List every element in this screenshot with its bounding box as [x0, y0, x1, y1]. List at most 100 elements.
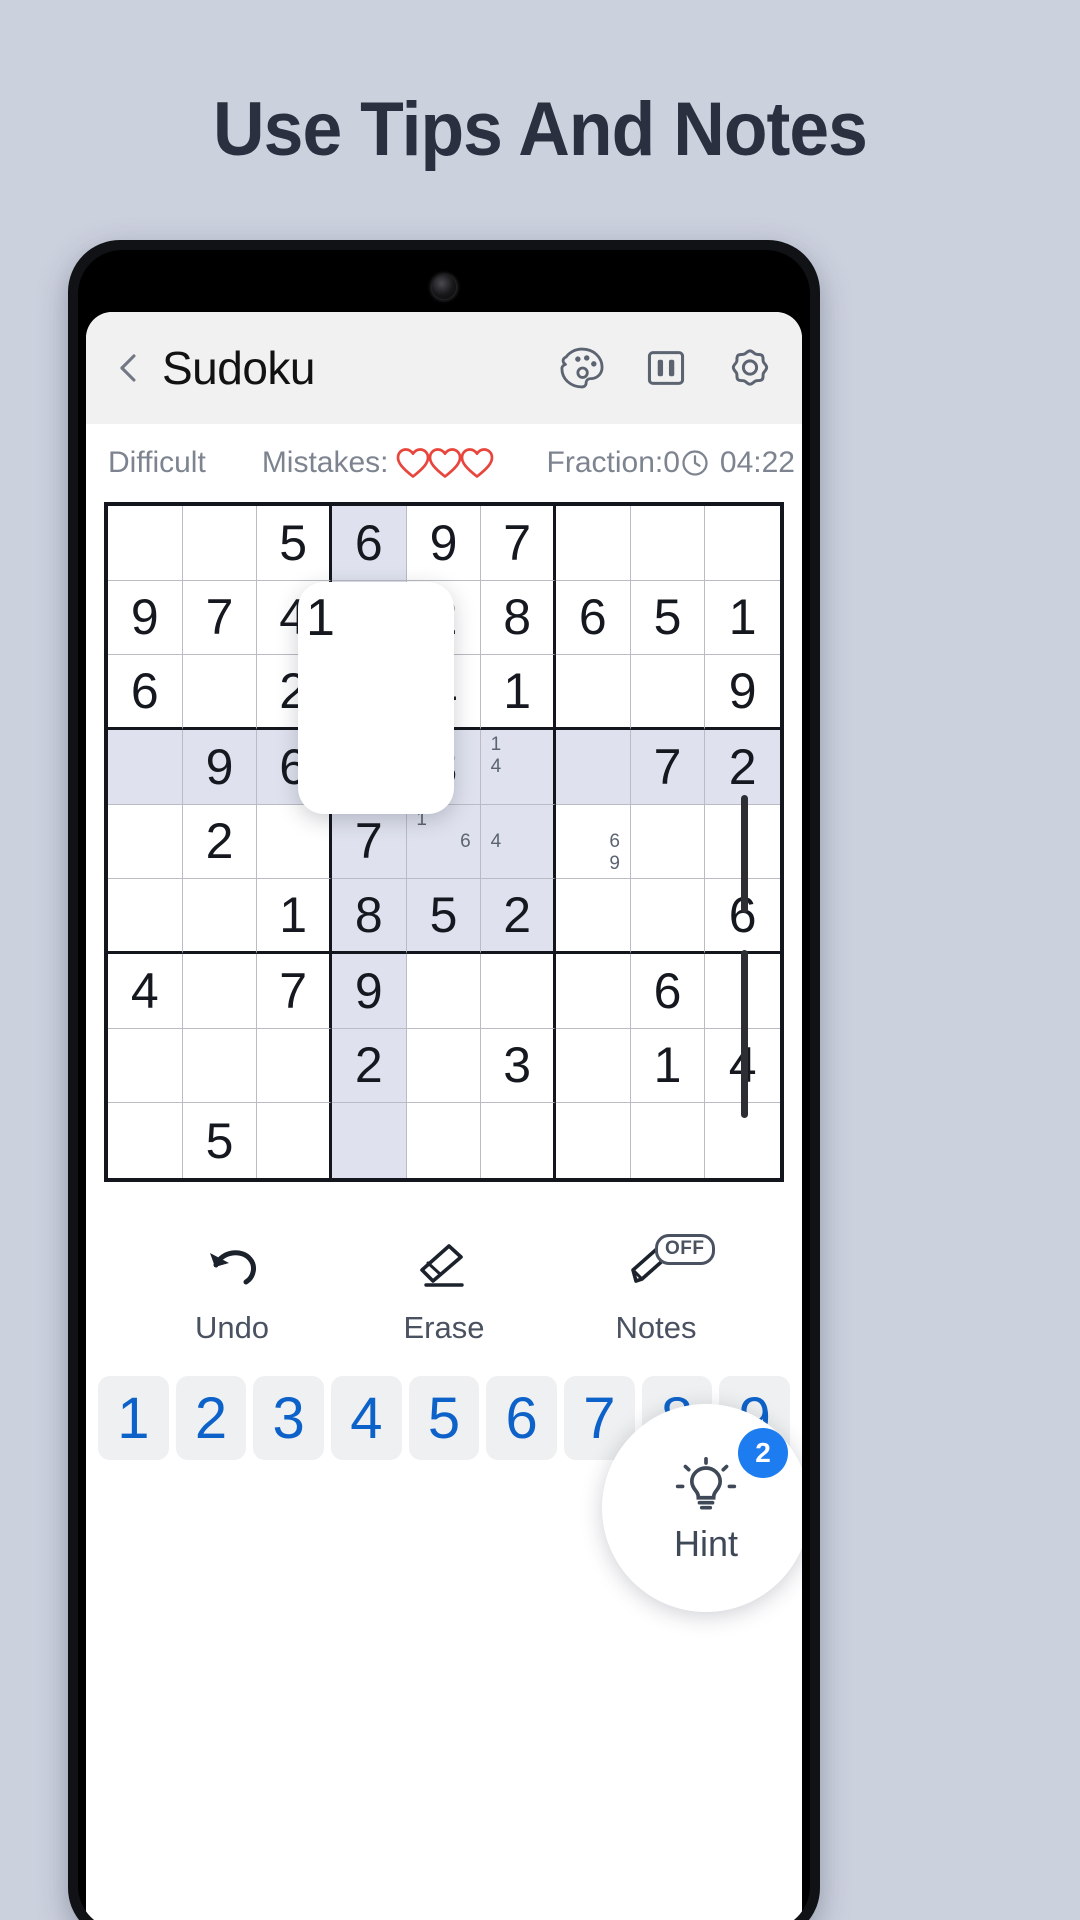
sudoku-cell[interactable] [257, 1103, 332, 1178]
sudoku-cell[interactable]: 4 [108, 953, 183, 1029]
notes-button[interactable]: OFF Notes [581, 1234, 731, 1346]
sudoku-cell[interactable]: 1 [481, 655, 556, 730]
front-camera-icon [432, 275, 456, 299]
sudoku-cell[interactable]: 6 [555, 580, 631, 656]
pause-icon[interactable] [640, 342, 692, 394]
sudoku-cell[interactable]: 7 [257, 953, 332, 1029]
sudoku-cell[interactable] [630, 655, 706, 730]
sudoku-cell[interactable]: 9 [406, 506, 482, 581]
sudoku-cell[interactable]: 1 [705, 581, 780, 656]
sudoku-cell[interactable]: 7 [481, 506, 556, 581]
hint-button[interactable]: Hint 2 [602, 1404, 802, 1612]
sudoku-cell[interactable] [481, 1103, 556, 1178]
settings-gear-icon[interactable] [724, 342, 776, 394]
note-digit [507, 756, 528, 778]
sudoku-cell[interactable]: 5 [257, 506, 332, 581]
sudoku-cell[interactable]: 2 [705, 729, 780, 805]
erase-button[interactable]: Erase [369, 1238, 519, 1346]
cell-notes: 4 [485, 809, 549, 875]
sudoku-cell[interactable]: 7 [331, 804, 407, 880]
page-title: Use Tips And Notes [213, 87, 868, 172]
sudoku-cell[interactable]: 5 [630, 580, 706, 656]
sudoku-cell[interactable] [182, 655, 258, 730]
sudoku-cell[interactable] [556, 1103, 631, 1178]
sudoku-cell[interactable] [182, 953, 258, 1029]
sudoku-cell[interactable] [108, 1103, 183, 1178]
numpad-key-6[interactable]: 6 [486, 1376, 558, 1460]
sudoku-cell[interactable]: 9 [705, 655, 780, 730]
note-digit [411, 831, 433, 853]
sudoku-cell[interactable] [182, 1028, 258, 1104]
sudoku-cell[interactable]: 6 [108, 655, 183, 730]
sudoku-cell[interactable] [108, 506, 183, 581]
sudoku-cell[interactable]: 2 [481, 879, 556, 954]
sudoku-cell[interactable] [555, 729, 631, 805]
sudoku-cell[interactable]: 5 [406, 879, 482, 954]
sudoku-cell[interactable] [555, 1028, 631, 1104]
sudoku-cell[interactable]: 6 [331, 506, 407, 581]
sudoku-cell[interactable] [555, 506, 631, 581]
sudoku-cell[interactable] [331, 1103, 407, 1178]
undo-button[interactable]: Undo [157, 1238, 307, 1346]
note-digit [507, 809, 528, 831]
sudoku-cell[interactable] [406, 953, 482, 1029]
note-digit: 6 [609, 830, 620, 852]
sudoku-cell[interactable] [108, 729, 183, 805]
sudoku-cell[interactable]: 14 [481, 729, 556, 805]
sudoku-cell[interactable]: 1 [257, 879, 332, 954]
sudoku-board[interactable]: 5697974286516241996314722716469185264796… [104, 502, 784, 1182]
sudoku-cell[interactable]: 7 [630, 729, 706, 805]
numpad-key-4[interactable]: 4 [331, 1376, 402, 1460]
sudoku-cell[interactable] [182, 506, 258, 581]
sudoku-cell[interactable] [631, 1103, 706, 1178]
sudoku-cell[interactable]: 1 [630, 1028, 706, 1104]
tool-row: Undo Erase OFF Notes [86, 1196, 802, 1346]
sudoku-cell[interactable] [407, 1103, 482, 1178]
game-info-bar: Difficult Mistakes: Fraction:0 04:22 [86, 424, 802, 502]
sudoku-cell[interactable]: 2 [331, 1028, 407, 1104]
sudoku-cell[interactable] [630, 879, 706, 954]
sudoku-cell[interactable] [108, 1028, 183, 1104]
sudoku-cell[interactable]: 3 [481, 1028, 556, 1104]
sudoku-cell[interactable]: 4 [481, 804, 556, 880]
app-screen: Sudoku Difficult Mistakes: Fraction:0 04… [86, 312, 802, 1920]
undo-icon-wrap [204, 1238, 260, 1294]
sudoku-cell[interactable] [481, 953, 556, 1029]
numpad-key-3[interactable]: 3 [253, 1376, 324, 1460]
sudoku-cell[interactable]: 8 [481, 580, 556, 656]
sudoku-cell[interactable] [705, 506, 780, 581]
sudoku-cell[interactable] [555, 879, 631, 954]
sudoku-cell[interactable] [257, 1028, 332, 1104]
sudoku-cell[interactable] [182, 879, 258, 954]
sudoku-cell[interactable]: 5 [183, 1103, 258, 1178]
sudoku-cell[interactable] [406, 1028, 482, 1104]
sudoku-cell[interactable] [630, 804, 706, 880]
sudoku-cell[interactable] [555, 655, 631, 730]
undo-arrow-icon [210, 1250, 256, 1285]
sudoku-cell[interactable]: 69 [555, 804, 631, 880]
sudoku-cell[interactable]: 9 [108, 580, 183, 656]
note-digit [560, 852, 582, 874]
sudoku-cell[interactable]: 6 [630, 953, 706, 1029]
numpad-key-5[interactable]: 5 [408, 1376, 480, 1460]
sudoku-cell[interactable] [108, 804, 183, 880]
sudoku-cell[interactable]: 16 [406, 804, 482, 880]
palette-icon[interactable] [556, 342, 608, 394]
hint-label: Hint [673, 1523, 739, 1564]
note-digit: 4 [490, 830, 502, 852]
sudoku-cell[interactable] [630, 506, 706, 581]
sudoku-cell[interactable] [108, 879, 183, 954]
mistakes-indicator: Mistakes: [262, 446, 493, 480]
sudoku-cell[interactable] [257, 804, 332, 880]
chevron-left-icon[interactable] [112, 351, 146, 385]
sudoku-cell[interactable]: 2 [182, 804, 258, 880]
sudoku-cell[interactable] [555, 953, 631, 1029]
numpad-key-1[interactable]: 1 [97, 1376, 169, 1460]
numpad-key-2[interactable]: 2 [175, 1376, 247, 1460]
note-digit [528, 734, 549, 756]
note-digit: 9 [609, 852, 620, 874]
sudoku-cell[interactable]: 9 [182, 729, 258, 805]
sudoku-cell[interactable]: 8 [331, 879, 407, 954]
sudoku-cell[interactable]: 9 [331, 953, 407, 1029]
sudoku-cell[interactable]: 7 [182, 580, 258, 656]
